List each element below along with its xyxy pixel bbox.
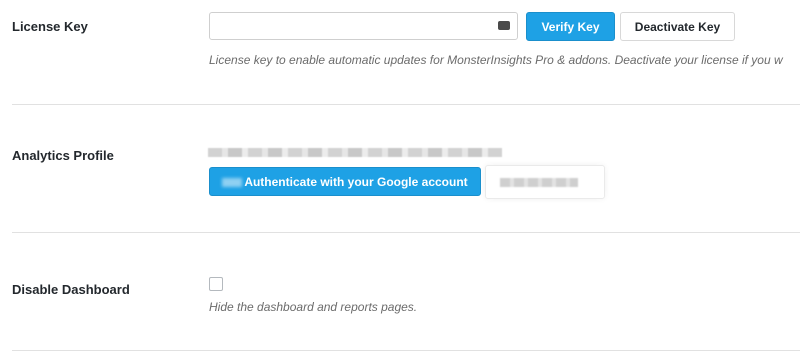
redacted-profile-text	[208, 148, 502, 157]
license-key-field[interactable]	[209, 12, 518, 40]
license-key-input[interactable]	[210, 13, 506, 39]
redacted-secondary-button[interactable]	[485, 165, 605, 199]
redacted-icon	[222, 178, 243, 188]
redacted-button-label	[500, 178, 578, 187]
license-key-label: License Key	[12, 19, 88, 34]
authenticate-google-label: Authenticate with your Google account	[244, 175, 468, 189]
disable-dashboard-label: Disable Dashboard	[12, 282, 130, 297]
settings-page: License Key Verify Key Deactivate Key Li…	[0, 0, 800, 354]
disable-dashboard-help: Hide the dashboard and reports pages.	[209, 300, 418, 314]
analytics-profile-label: Analytics Profile	[12, 148, 114, 163]
deactivate-key-button[interactable]: Deactivate Key	[620, 12, 735, 41]
verify-key-button[interactable]: Verify Key	[526, 12, 615, 41]
divider	[12, 350, 800, 351]
divider	[12, 104, 800, 105]
password-dots-icon[interactable]	[498, 15, 510, 30]
authenticate-google-button[interactable]: Authenticate with your Google account	[209, 167, 481, 196]
divider	[12, 232, 800, 233]
license-key-help: License key to enable automatic updates …	[209, 53, 783, 67]
disable-dashboard-checkbox[interactable]	[209, 277, 223, 291]
